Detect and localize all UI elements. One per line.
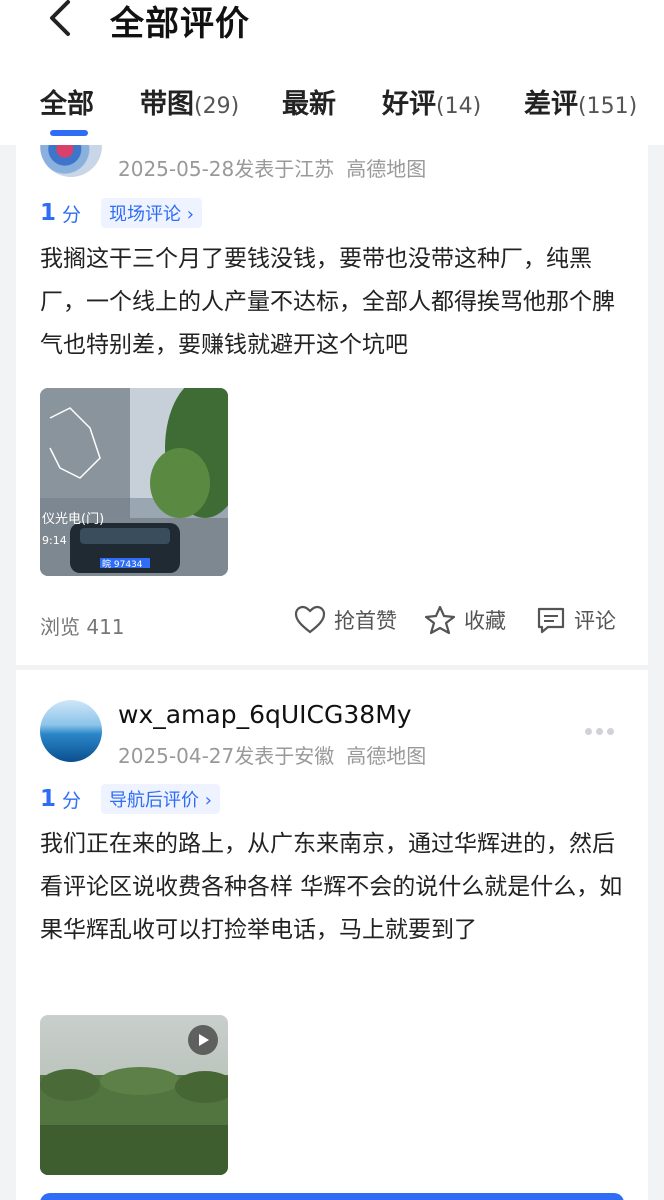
photo-street: 仪光电(门) 9:14 皖 97434	[40, 388, 228, 576]
heart-icon	[294, 605, 326, 634]
more-icon[interactable]	[585, 728, 614, 735]
tag-label: 导航后评价	[109, 790, 200, 811]
review-card: wx_amap_6qUICG38My 2025-04-27发表于安徽 高德地图 1…	[16, 670, 648, 1200]
image-time: 9:14	[42, 534, 67, 547]
active-tab-indicator	[50, 130, 88, 136]
review-source: 高德地图	[346, 744, 427, 768]
tab-positive[interactable]: 好评(14)	[382, 82, 481, 121]
tab-bar: 全部 带图(29) 最新 好评(14) 差评(151)	[0, 82, 664, 132]
chevron-left-icon	[50, 0, 70, 36]
score-unit: 分	[62, 203, 82, 226]
review-card: 2025-05-28发表于江苏 高德地图 1 分 现场评论 › 我搁这干三个月了要…	[16, 115, 648, 665]
review-video[interactable]	[40, 1015, 228, 1175]
score-value: 1	[40, 200, 57, 226]
tab-negative[interactable]: 差评(151)	[524, 82, 637, 121]
comment-icon	[537, 607, 565, 634]
header: 全部评价 全部 带图(29) 最新 好评(14) 差评(151)	[0, 0, 664, 145]
review-text: 我搁这干三个月了要钱没钱，要带也没带这种厂，纯黑厂，一个线上的人产量不达标，全部…	[40, 246, 615, 358]
score-value: 1	[40, 786, 57, 812]
bottom-action-bar[interactable]	[40, 1193, 624, 1200]
score-row: 1 分 现场评论 ›	[40, 198, 202, 228]
views-count: 浏览 411	[40, 615, 125, 639]
tab-latest[interactable]: 最新	[282, 82, 336, 121]
tab-label: 全部	[40, 89, 94, 120]
review-meta: 2025-05-28发表于江苏 高德地图	[118, 153, 426, 182]
like-label: 抢首赞	[334, 609, 397, 633]
tab-all[interactable]: 全部	[40, 82, 94, 121]
review-date: 2025-05-28发表于江苏	[118, 157, 335, 181]
favorite-button[interactable]: 收藏	[424, 605, 506, 635]
comment-button[interactable]: 评论	[536, 605, 616, 635]
tab-label: 带图	[140, 89, 194, 120]
review-tag[interactable]: 现场评论 ›	[101, 198, 202, 228]
review-image[interactable]: 仪光电(门) 9:14 皖 97434	[40, 388, 228, 576]
review-meta: 2025-04-27发表于安徽 高德地图	[118, 740, 426, 769]
review-list: 2025-05-28发表于江苏 高德地图 1 分 现场评论 › 我搁这干三个月了要…	[16, 115, 648, 1200]
tab-with-images[interactable]: 带图(29)	[140, 82, 239, 121]
avatar[interactable]	[40, 700, 102, 762]
play-icon[interactable]	[188, 1025, 218, 1055]
plate-text: 皖 97434	[102, 558, 143, 570]
tab-label: 最新	[282, 89, 336, 120]
review-footer: 浏览 411 抢首赞 收藏 评论	[16, 605, 648, 645]
like-button[interactable]: 抢首赞	[294, 605, 397, 635]
tab-count: (29)	[194, 94, 240, 119]
tab-label: 差评	[524, 89, 578, 120]
tab-label: 好评	[382, 89, 436, 120]
tab-count: (14)	[436, 94, 482, 119]
review-tag[interactable]: 导航后评价 ›	[101, 784, 220, 814]
review-date: 2025-04-27发表于安徽	[118, 744, 335, 768]
tag-label: 现场评论	[109, 204, 182, 225]
image-overlay-text: 仪光电(门)	[42, 512, 104, 527]
score-unit: 分	[62, 789, 82, 812]
favorite-label: 收藏	[464, 609, 506, 633]
tab-count: (151)	[578, 94, 638, 119]
star-icon	[424, 605, 456, 635]
comment-label: 评论	[574, 609, 616, 633]
reviews-page: 全部评价 全部 带图(29) 最新 好评(14) 差评(151) 2025-05…	[0, 0, 664, 1200]
review-text: 我们正在来的路上，从广东来南京，通过华辉进的，然后看评论区说收费各种各样 华辉不…	[40, 831, 623, 943]
back-button[interactable]	[40, 0, 80, 40]
page-title: 全部评价	[110, 4, 250, 44]
review-source: 高德地图	[346, 157, 427, 181]
username[interactable]: wx_amap_6qUICG38My	[118, 700, 412, 729]
score-row: 1 分 导航后评价 ›	[40, 784, 220, 814]
